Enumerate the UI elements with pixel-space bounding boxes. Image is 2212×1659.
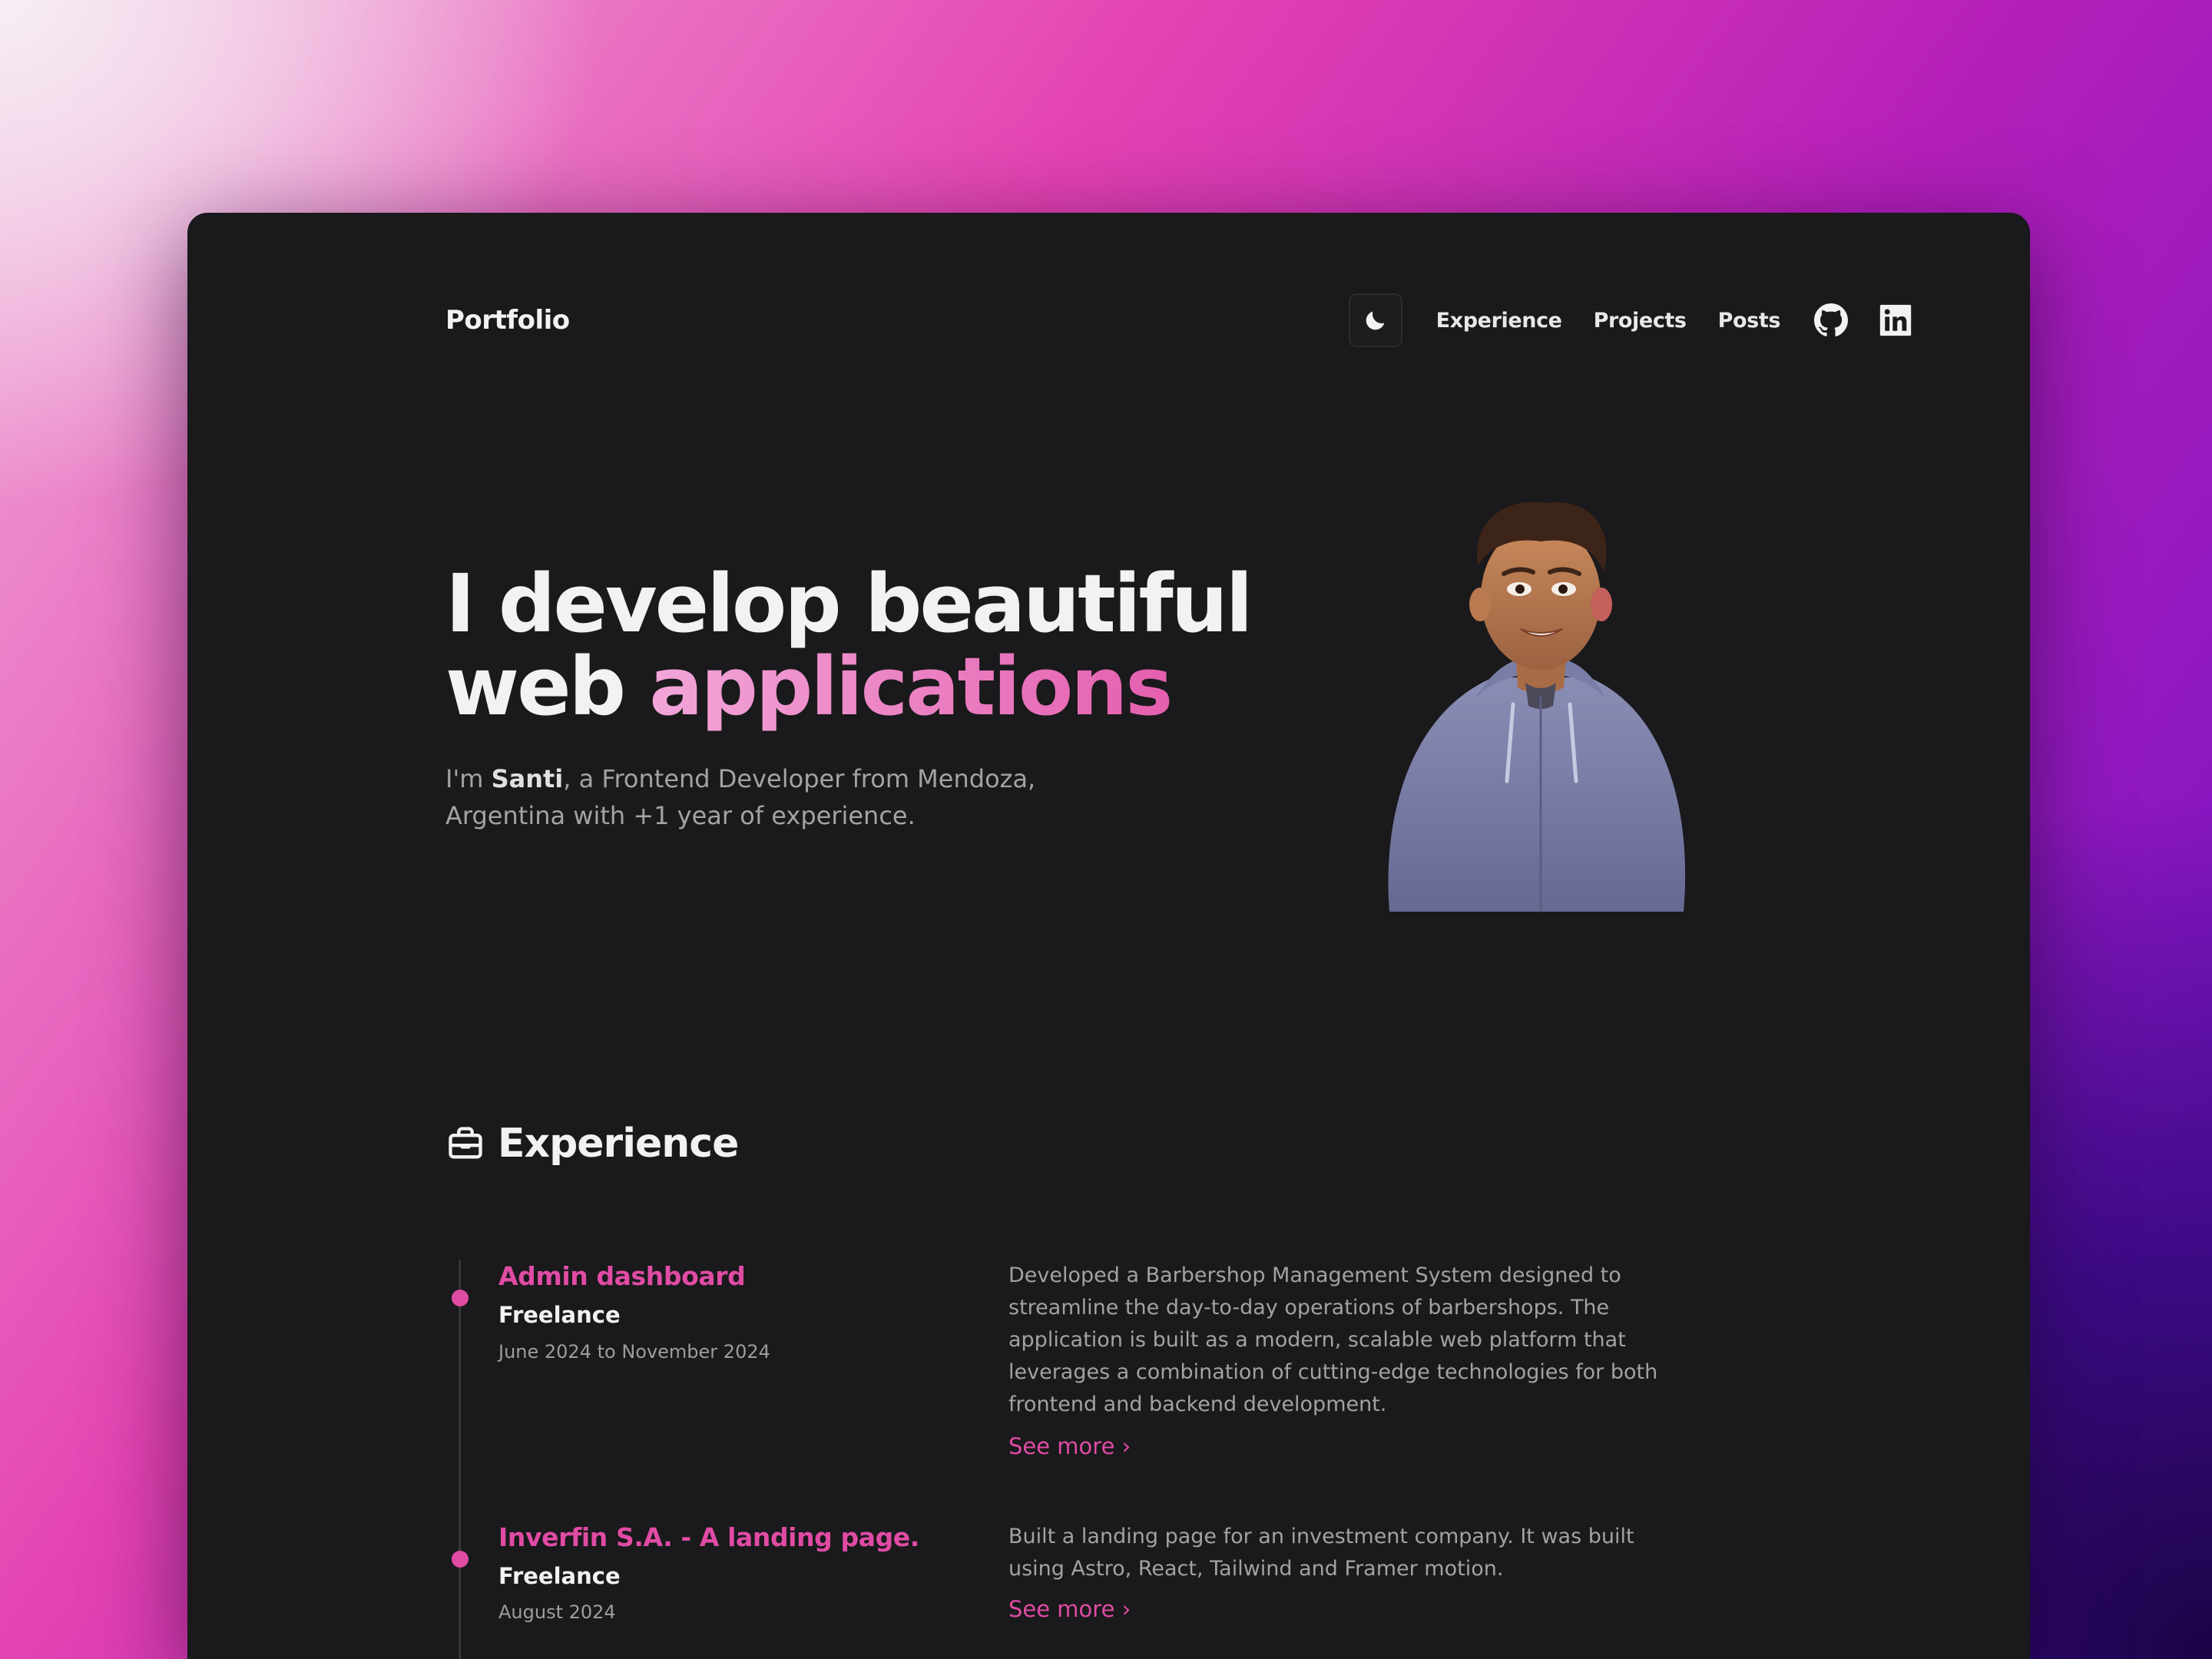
github-icon (1814, 303, 1848, 336)
hero-sub-name: Santi (491, 764, 564, 793)
logo[interactable]: Portfolio (445, 305, 570, 336)
experience-section-title: Experience (445, 1121, 739, 1167)
top-nav: Portfolio Experience Projects Posts (445, 290, 1912, 351)
timeline-dot (452, 1551, 469, 1568)
hero-title-accent: applications (649, 640, 1173, 733)
job-title[interactable]: Admin dashboard (498, 1261, 746, 1291)
nav-right: Experience Projects Posts (1348, 293, 1912, 347)
theme-toggle-button[interactable] (1348, 293, 1402, 347)
job-description: Built a landing page for an investment c… (1008, 1525, 1634, 1581)
job-title[interactable]: Inverfin S.A. - A landing page. (498, 1522, 919, 1552)
nav-link-posts[interactable]: Posts (1718, 309, 1781, 333)
nav-link-experience[interactable]: Experience (1436, 309, 1562, 333)
job-company: Freelance (498, 1563, 621, 1589)
avatar-illustration (1388, 502, 1686, 912)
job-company: Freelance (498, 1302, 621, 1328)
hero-title-line1: I develop beautiful (445, 557, 1253, 651)
hero-subtitle: I'm Santi, a Frontend Developer from Men… (445, 760, 1075, 834)
job-date: August 2024 (498, 1601, 616, 1623)
experience-heading: Experience (498, 1121, 739, 1167)
briefcase-icon (449, 1127, 482, 1159)
see-more-link[interactable]: See more › (1008, 1596, 1131, 1622)
timeline-dot (452, 1290, 469, 1306)
hero-sub-prefix: I'm (445, 764, 492, 793)
hero-title: I develop beautiful web applications (445, 562, 1367, 728)
nav-link-projects[interactable]: Projects (1594, 309, 1687, 333)
see-more-link[interactable]: See more › (1008, 1433, 1131, 1459)
hero-title-line2-a: web (445, 640, 650, 733)
linkedin-link[interactable] (1879, 303, 1912, 337)
browser-window: Portfolio Experience Projects Posts I de… (187, 213, 2030, 1659)
job-date: June 2024 to November 2024 (498, 1341, 770, 1363)
linkedin-icon (1879, 304, 1912, 336)
job-description: Developed a Barbershop Management System… (1008, 1263, 1658, 1416)
timeline-line (459, 1260, 461, 1659)
github-link[interactable] (1814, 303, 1848, 337)
moon-icon (1366, 311, 1385, 330)
